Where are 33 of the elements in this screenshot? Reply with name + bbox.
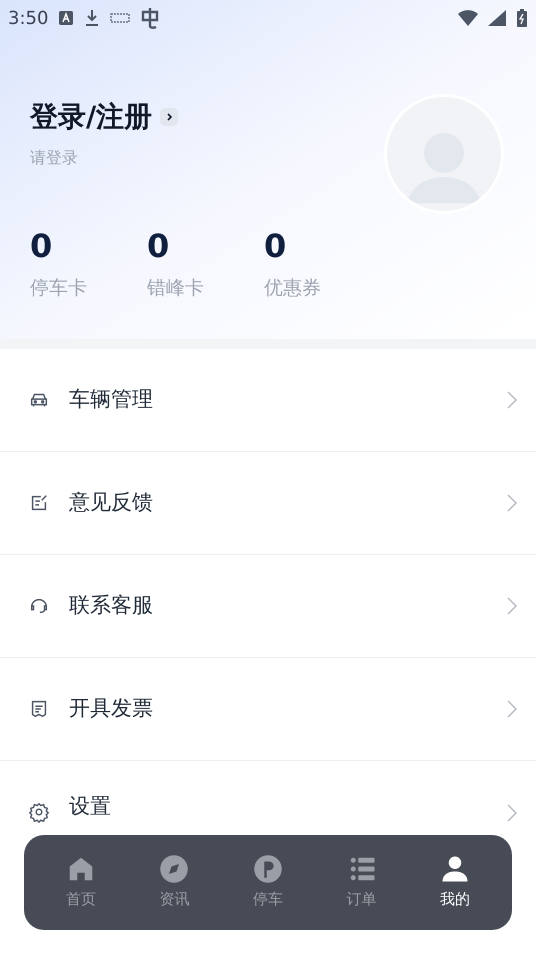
- chevron-right-icon: [506, 492, 518, 512]
- chevron-right-icon: [506, 390, 518, 410]
- parking-icon: [252, 854, 283, 884]
- download-icon: [84, 9, 100, 27]
- stat-count: 0: [30, 226, 52, 267]
- chevron-right-icon: [506, 698, 518, 718]
- menu-label: 设置: [69, 793, 112, 820]
- stat-count: 0: [264, 226, 286, 267]
- menu-label: 车辆管理: [69, 386, 154, 413]
- wifi-icon: [458, 10, 478, 26]
- keyboard-icon: [110, 12, 130, 24]
- stat-count: 0: [147, 226, 170, 267]
- person-icon: [440, 854, 470, 884]
- menu-row[interactable]: 联系客服: [0, 554, 536, 658]
- chevron-right-icon[interactable]: [160, 108, 178, 126]
- chevron-right-icon: [506, 596, 518, 616]
- settings-icon: [28, 800, 50, 822]
- menu-row[interactable]: 设置: [0, 760, 536, 824]
- tab[interactable]: 我的: [415, 854, 496, 911]
- keyboard-indicator-icon: [58, 10, 74, 26]
- compass-icon: [159, 854, 190, 884]
- battery-icon: [516, 9, 528, 27]
- menu-row[interactable]: 意见反馈: [0, 452, 536, 554]
- menu-label: 意见反馈: [69, 488, 154, 516]
- menu-label: 开具发票: [69, 694, 154, 722]
- menu-row[interactable]: 车辆管理: [0, 348, 536, 452]
- login-register-link[interactable]: 登录/注册: [30, 96, 152, 138]
- login-hint: 请登录: [30, 147, 79, 169]
- menu-row[interactable]: 开具发票: [0, 658, 536, 760]
- chevron-right-icon: [506, 802, 518, 822]
- clock: 3:50: [8, 6, 48, 30]
- signal-icon: [488, 10, 506, 26]
- menu-label: 联系客服: [69, 592, 154, 619]
